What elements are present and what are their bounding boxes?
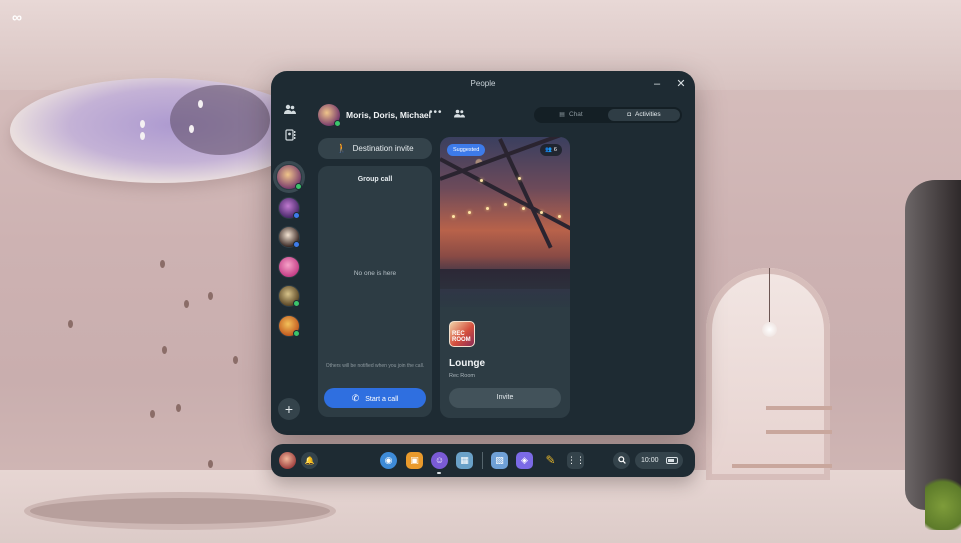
start-call-button[interactable]: ✆ Start a call — [324, 388, 426, 408]
room-archway — [706, 268, 830, 480]
pencil-app-icon[interactable]: ✎ — [542, 452, 559, 469]
view-toggle: ▤ Chat ◘ Activities — [534, 107, 682, 123]
participant-count-badge: 👥 6 — [540, 144, 562, 156]
participant-count: 6 — [553, 147, 557, 153]
suggested-badge: Suggested — [447, 144, 486, 156]
group-icon[interactable] — [454, 109, 465, 120]
group-call-card: Group call No one is here Others will be… — [318, 166, 432, 417]
phone-icon: ✆ — [351, 393, 360, 403]
conversation-name[interactable]: Moris, Doris, Michael — [346, 110, 431, 120]
destination-invite-label: Destination invite — [352, 144, 414, 153]
group-call-title: Group call — [357, 176, 393, 183]
people-window: People – ✕ + Moris, Doris, Michael ••• ▤… — [271, 71, 695, 435]
vr-headset-icon: ◘ — [627, 112, 631, 118]
tab-chat-label: Chat — [568, 111, 583, 118]
clock-battery-status[interactable]: 10:00 — [635, 452, 683, 469]
invite-button[interactable]: Invite — [449, 388, 561, 408]
rock-formation — [905, 180, 961, 510]
add-conversation-button[interactable]: + — [278, 398, 300, 420]
destination-invite-button[interactable]: 🚶 Destination invite — [318, 138, 432, 159]
status-dot — [295, 183, 302, 190]
more-options-button[interactable]: ••• — [429, 107, 443, 118]
minimize-button[interactable]: – — [649, 76, 665, 92]
skylight-shadow — [170, 85, 270, 155]
photos-app-icon[interactable]: ▦ — [456, 452, 473, 469]
group-call-note: Others will be notified when you join th… — [325, 363, 425, 369]
rail-avatar-contact-6[interactable] — [278, 315, 300, 337]
wall-shelf — [732, 464, 832, 468]
person-walking-icon: 🚶 — [336, 143, 348, 153]
people-icon: 👥 — [545, 147, 552, 153]
people-icon[interactable] — [281, 104, 299, 120]
rec-room-app-icon: REC ROOM — [449, 321, 475, 347]
app-icon-text: REC ROOM — [452, 331, 471, 343]
floor-platform — [30, 498, 330, 524]
app-library-icon[interactable]: ⋮⋮ — [567, 452, 585, 469]
activity-card[interactable]: Suggested 👥 6 REC ROOM Lounge Rec Room In… — [440, 137, 570, 418]
conversation-rail: + — [276, 101, 303, 421]
people-app-icon[interactable]: ☺ — [431, 452, 448, 469]
close-button[interactable]: ✕ — [673, 76, 689, 92]
active-app-indicator — [437, 472, 441, 474]
rail-avatar-contact-4[interactable] — [278, 256, 300, 278]
search-icon[interactable] — [613, 452, 630, 469]
thumbnail-fade — [440, 257, 570, 317]
pendant-lamp — [762, 322, 777, 337]
rail-avatar-contact-3[interactable] — [278, 226, 300, 248]
status-dot — [293, 330, 300, 337]
wall-shelf — [766, 406, 832, 410]
meta-logo: ∞ — [12, 9, 22, 25]
clock-time: 10:00 — [641, 457, 659, 464]
rail-avatar-moris-doris-michael[interactable] — [276, 164, 302, 190]
chat-icon: ▤ — [559, 112, 565, 118]
tab-activities[interactable]: ◘ Activities — [608, 109, 680, 121]
taskbar-divider — [482, 452, 483, 469]
contacts-icon[interactable] — [281, 129, 299, 145]
rail-avatar-contact-2[interactable] — [278, 197, 300, 219]
rail-avatar-contact-5[interactable] — [278, 285, 300, 307]
wall-shelf — [766, 430, 832, 434]
plant — [925, 470, 961, 530]
online-status-dot — [334, 120, 341, 127]
status-dot — [293, 241, 300, 248]
window-titlebar[interactable]: People – ✕ — [271, 71, 695, 97]
explore-app-icon[interactable]: ◉ — [380, 452, 397, 469]
status-dot — [293, 212, 300, 219]
group-call-empty-text: No one is here — [353, 270, 397, 277]
universal-menu-bar: 🔔 ◉ ▣ ☺ ▦ ▧ ◈ ✎ ⋮⋮ 10:00 — [271, 444, 695, 477]
messenger-app-icon[interactable]: ◈ — [516, 452, 533, 469]
notifications-bell-icon[interactable]: 🔔 — [301, 452, 318, 469]
horizon-app-icon[interactable]: ▧ — [491, 452, 508, 469]
pendant-cord — [769, 268, 770, 324]
activity-app-name: Rec Room — [449, 373, 475, 379]
status-dot — [293, 300, 300, 307]
battery-icon — [666, 457, 678, 464]
tab-chat[interactable]: ▤ Chat — [536, 109, 606, 121]
conversation-avatar — [318, 104, 341, 127]
tab-activities-label: Activities — [634, 111, 661, 118]
window-title: People — [470, 79, 496, 88]
activity-name: Lounge — [449, 358, 486, 369]
start-call-label: Start a call — [365, 396, 399, 403]
profile-avatar[interactable] — [279, 452, 296, 469]
store-app-icon[interactable]: ▣ — [406, 452, 423, 469]
